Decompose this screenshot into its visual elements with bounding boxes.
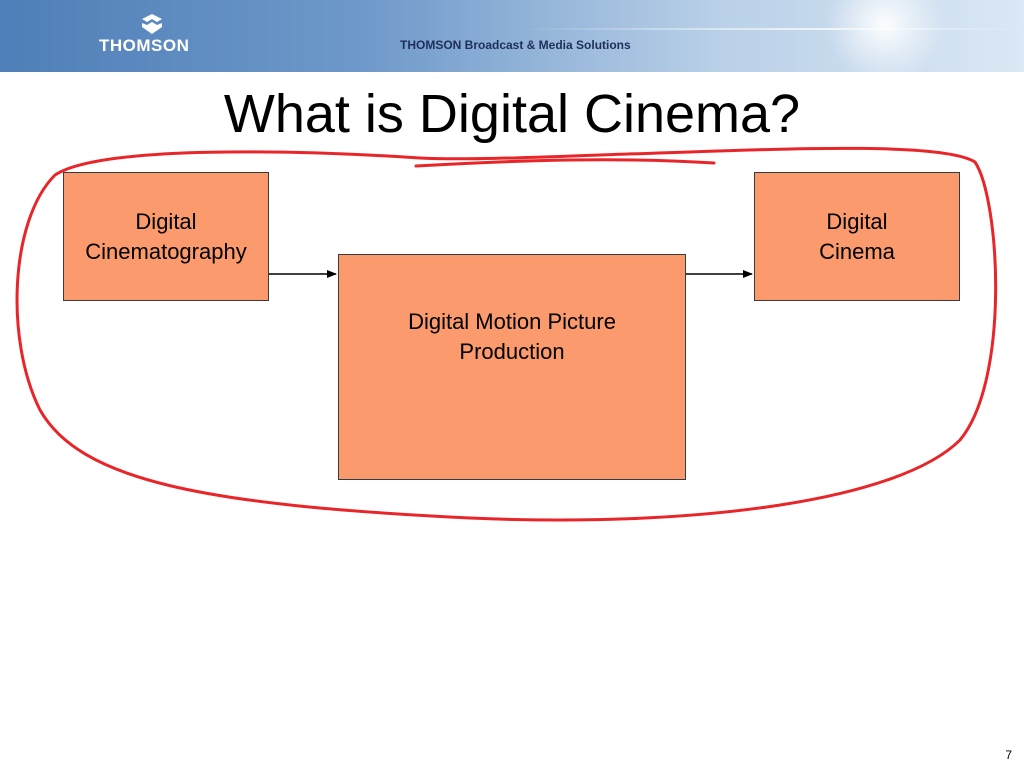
slide: THOMSON THOMSON Broadcast & Media Soluti…	[0, 0, 1024, 768]
node-digital-cinematography: Digital Cinematography	[63, 172, 269, 301]
red-annotation-underline	[414, 158, 716, 168]
thomson-logo-icon	[142, 14, 162, 34]
node-label-line: Digital	[135, 209, 197, 234]
banner-light-streak	[520, 28, 1024, 30]
node-label-line: Cinema	[819, 239, 895, 264]
header-tagline: THOMSON Broadcast & Media Solutions	[400, 38, 631, 52]
node-digital-motion-picture-production: Digital Motion Picture Production	[338, 254, 686, 480]
page-number: 7	[1005, 748, 1012, 762]
header-banner: THOMSON THOMSON Broadcast & Media Soluti…	[0, 0, 1024, 72]
node-digital-cinema: Digital Cinema	[754, 172, 960, 301]
node-label-line: Cinematography	[85, 239, 247, 264]
node-label-line: Production	[459, 339, 565, 364]
slide-title: What is Digital Cinema?	[223, 84, 801, 144]
node-label-line: Digital Motion Picture	[408, 309, 616, 334]
node-label-line: Digital	[826, 209, 888, 234]
logo-wordmark: THOMSON	[99, 36, 190, 55]
banner-light-flare	[820, 0, 950, 72]
